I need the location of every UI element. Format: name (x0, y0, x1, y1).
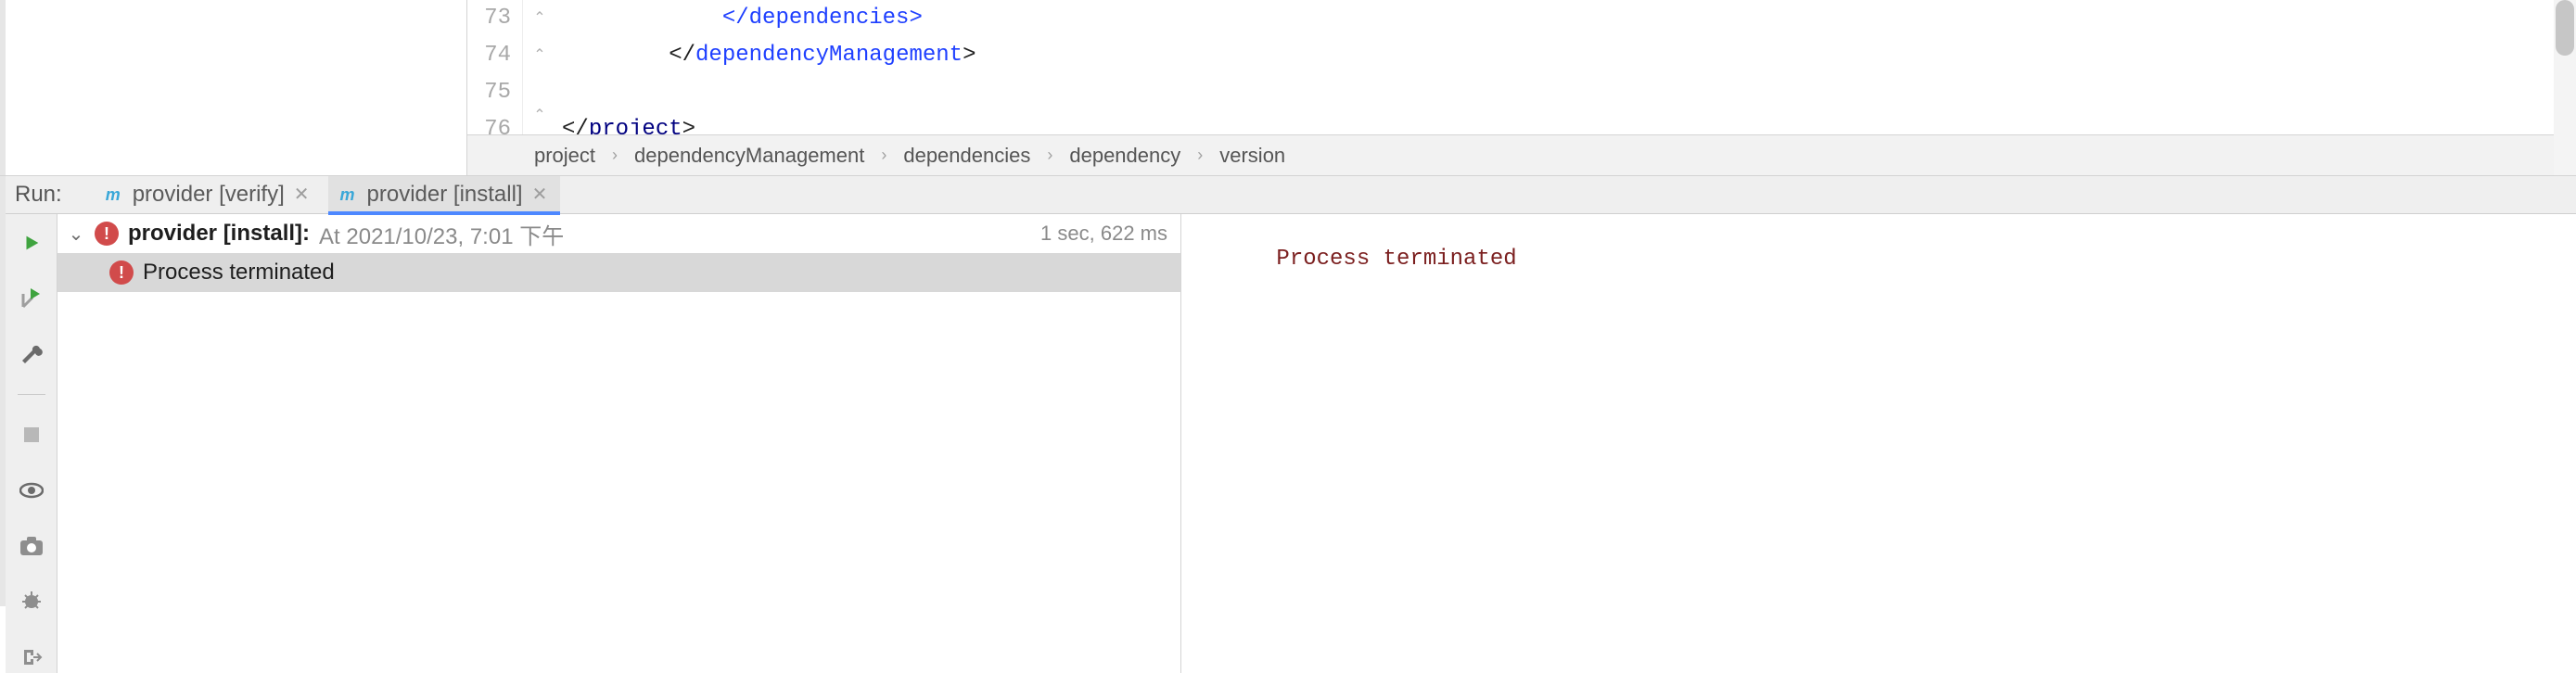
editor-wrapper: 73 74 75 76 ⌃ ⌃ ⌃ </dependencies> </depe… (467, 0, 2576, 175)
error-icon: ! (109, 260, 134, 285)
run-tool-window: Run: m provider [verify] ✕ m provider [i… (0, 176, 2576, 606)
project-tree-pane[interactable] (0, 0, 467, 175)
breadcrumb-item[interactable]: dependencyManagement (634, 144, 864, 168)
breadcrumb-item[interactable]: version (1219, 144, 1285, 168)
chevron-right-icon: › (1047, 146, 1052, 165)
show-button[interactable] (16, 475, 47, 506)
chevron-right-icon: › (1197, 146, 1203, 165)
rerun-failed-button[interactable] (16, 283, 47, 314)
run-tabs-row: Run: m provider [verify] ✕ m provider [i… (6, 176, 2576, 214)
chevron-right-icon: › (881, 146, 886, 165)
line-number-gutter: 73 74 75 76 (467, 0, 523, 134)
run-toolbar (6, 214, 57, 673)
run-root-duration: 1 sec, 622 ms (1040, 222, 1167, 246)
debug-bug-button[interactable] (16, 586, 47, 617)
run-root-timestamp: At 2021/10/23, 7:01 下午 (319, 218, 564, 250)
run-tree-item[interactable]: ! Process terminated (57, 253, 1180, 292)
camera-dump-button[interactable] (16, 530, 47, 562)
console-line: Process terminated (1276, 247, 1516, 272)
code-line (562, 74, 2576, 111)
exit-button[interactable] (16, 641, 47, 673)
fold-end-icon[interactable]: ⌃ (533, 0, 545, 37)
code-lines[interactable]: </dependencies> </dependencyManagement> … (556, 0, 2576, 134)
run-label: Run: (15, 182, 62, 208)
breadcrumb-item[interactable]: dependency (1069, 144, 1180, 168)
scrollbar-thumb[interactable] (2556, 0, 2574, 56)
run-tree-pane[interactable]: ⌄ ! provider [install]: At 2021/10/23, 7… (57, 214, 1181, 673)
maven-icon: m (103, 184, 123, 205)
error-icon: ! (95, 222, 119, 246)
code-line: </dependencyManagement> (562, 37, 2576, 74)
run-body: ⌄ ! provider [install]: At 2021/10/23, 7… (6, 214, 2576, 673)
fold-end-icon[interactable]: ⌃ (533, 37, 545, 74)
run-tab-verify[interactable]: m provider [verify] ✕ (94, 176, 323, 213)
fold-gutter: ⌃ ⌃ ⌃ (523, 0, 556, 134)
line-number: 74 (467, 37, 511, 74)
code-editor[interactable]: 73 74 75 76 ⌃ ⌃ ⌃ </dependencies> </depe… (467, 0, 2576, 134)
fold-end-icon[interactable]: ⌃ (533, 97, 545, 134)
wrench-settings-button[interactable] (16, 338, 47, 370)
chevron-right-icon: › (612, 146, 618, 165)
toolbar-separator (18, 394, 45, 395)
breadcrumb: project › dependencyManagement › depende… (467, 134, 2576, 175)
close-icon[interactable]: ✕ (532, 185, 548, 204)
run-tree-root[interactable]: ⌄ ! provider [install]: At 2021/10/23, 7… (57, 214, 1180, 253)
console-output[interactable]: Process terminated (1181, 214, 2576, 673)
run-root-title: provider [install]: (128, 221, 310, 247)
run-tab-label: provider [install] (367, 182, 523, 208)
run-tab-label: provider [verify] (133, 182, 285, 208)
breadcrumb-item[interactable]: dependencies (903, 144, 1030, 168)
line-number: 73 (467, 0, 511, 37)
line-number: 75 (467, 74, 511, 111)
editor-region: 73 74 75 76 ⌃ ⌃ ⌃ </dependencies> </depe… (0, 0, 2576, 176)
close-icon[interactable]: ✕ (294, 185, 310, 204)
rerun-button[interactable] (16, 227, 47, 259)
chevron-down-icon[interactable]: ⌄ (67, 222, 85, 246)
editor-scrollbar[interactable] (2554, 0, 2576, 175)
breadcrumb-item[interactable]: project (534, 144, 595, 168)
run-tab-install[interactable]: m provider [install] ✕ (328, 176, 561, 213)
maven-icon: m (338, 184, 358, 205)
code-line: </dependencies> (562, 0, 2576, 37)
run-tree-item-label: Process terminated (143, 260, 335, 286)
code-line: </project> (562, 111, 2576, 134)
stop-button[interactable] (16, 419, 47, 451)
line-number: 76 (467, 111, 511, 134)
